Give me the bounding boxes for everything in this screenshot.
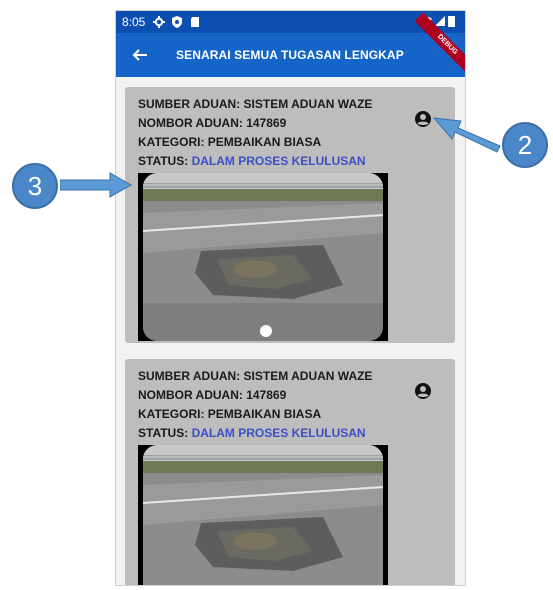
sd-card-icon (191, 17, 200, 27)
status-label: STATUS: (138, 426, 189, 440)
card-details: SUMBER ADUAN: SISTEM ADUAN WAZE NOMBOR A… (138, 95, 372, 171)
complaint-source: SUMBER ADUAN: SISTEM ADUAN WAZE (138, 97, 373, 111)
complaint-photo[interactable] (138, 445, 388, 585)
complaint-category: KATEGORI: PEMBAIKAN BIASA (138, 135, 322, 149)
gear-icon (153, 16, 166, 28)
card-details: SUMBER ADUAN: SISTEM ADUAN WAZE NOMBOR A… (138, 367, 372, 443)
task-card[interactable]: SUMBER ADUAN: SISTEM ADUAN WAZE NOMBOR A… (125, 359, 455, 585)
pothole-photo-svg (143, 173, 383, 341)
complaint-source: SUMBER ADUAN: SISTEM ADUAN WAZE (138, 369, 373, 383)
arrow-back-icon (132, 49, 147, 61)
phone-screen: 8:05 SENARAI SEMUA TUGASAN LENGKAP DEBUG… (115, 10, 466, 586)
status-value: DALAM PROSES KELULUSAN (191, 154, 366, 168)
pothole-image (143, 445, 383, 585)
complaint-status: STATUS: DALAM PROSES KELULUSAN (138, 424, 372, 443)
pothole-photo-svg (143, 445, 383, 585)
complaint-category: KATEGORI: PEMBAIKAN BIASA (138, 407, 322, 421)
battery-icon (448, 16, 455, 27)
status-label: STATUS: (138, 154, 189, 168)
pothole-image (143, 173, 383, 341)
page-title: SENARAI SEMUA TUGASAN LENGKAP (176, 48, 404, 62)
carousel-indicator[interactable] (260, 325, 272, 337)
account-circle-icon[interactable] (413, 381, 433, 401)
app-bar: SENARAI SEMUA TUGASAN LENGKAP DEBUG (116, 12, 465, 78)
status-bar: 8:05 (116, 11, 465, 33)
complaint-number: NOMBOR ADUAN: 147869 (138, 388, 287, 402)
back-button[interactable] (128, 43, 152, 67)
complaint-number: NOMBOR ADUAN: 147869 (138, 116, 287, 130)
complaint-photo[interactable] (138, 173, 388, 341)
shield-icon (172, 16, 183, 28)
complaint-status: STATUS: DALAM PROSES KELULUSAN (138, 152, 372, 171)
task-card[interactable]: SUMBER ADUAN: SISTEM ADUAN WAZE NOMBOR A… (125, 87, 455, 343)
account-circle-icon[interactable] (413, 109, 433, 129)
status-value: DALAM PROSES KELULUSAN (191, 426, 366, 440)
status-time: 8:05 (122, 15, 146, 29)
arrow-right-icon (60, 172, 132, 198)
callout-2: 2 (502, 122, 548, 168)
arrow-left-icon (432, 117, 501, 153)
callout-3: 3 (12, 163, 58, 209)
